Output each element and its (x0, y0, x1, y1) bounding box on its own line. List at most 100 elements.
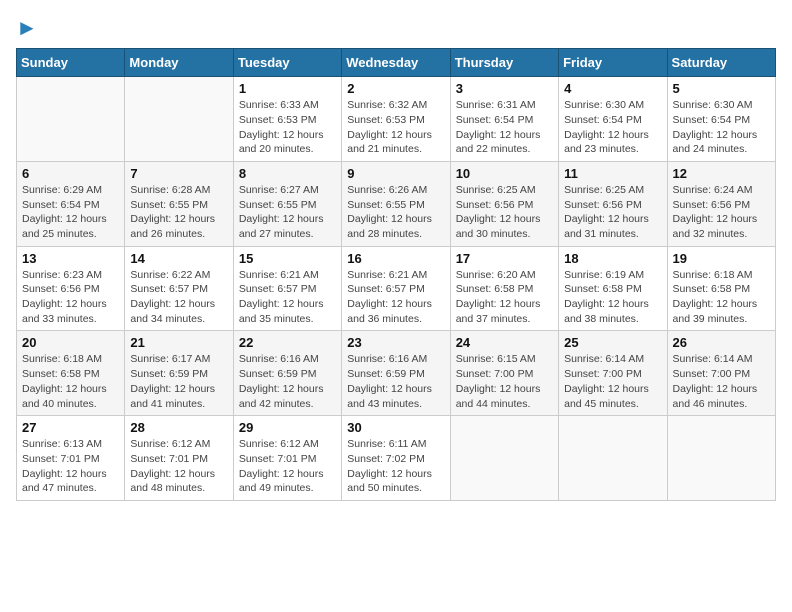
calendar-day-cell: 28Sunrise: 6:12 AM Sunset: 7:01 PM Dayli… (125, 416, 233, 501)
day-number: 17 (456, 251, 553, 266)
day-info: Sunrise: 6:25 AM Sunset: 6:56 PM Dayligh… (564, 183, 661, 242)
calendar-day-cell: 1 Sunrise: 6:33 AM Sunset: 6:53 PM Daylig… (233, 77, 341, 162)
day-number: 18 (564, 251, 661, 266)
calendar-week-row: 6Sunrise: 6:29 AM Sunset: 6:54 PM Daylig… (17, 161, 776, 246)
page-header: ► (16, 16, 776, 40)
calendar-day-cell: 3 Sunrise: 6:31 AM Sunset: 6:54 PM Daylig… (450, 77, 558, 162)
calendar-day-cell: 10Sunrise: 6:25 AM Sunset: 6:56 PM Dayli… (450, 161, 558, 246)
day-number: 23 (347, 335, 444, 350)
day-number: 30 (347, 420, 444, 435)
calendar-week-row: 20 Sunrise: 6:18 AM Sunset: 6:58 PM Dayli… (17, 331, 776, 416)
calendar-day-cell: 15Sunrise: 6:21 AM Sunset: 6:57 PM Dayli… (233, 246, 341, 331)
day-number: 24 (456, 335, 553, 350)
weekday-header: Monday (125, 49, 233, 77)
calendar-day-cell: 18 Sunrise: 6:19 AM Sunset: 6:58 PM Dayli… (559, 246, 667, 331)
day-info: Sunrise: 6:22 AM Sunset: 6:57 PM Dayligh… (130, 268, 227, 327)
day-info: Sunrise: 6:29 AM Sunset: 6:54 PM Dayligh… (22, 183, 119, 242)
calendar-day-cell: 21 Sunrise: 6:17 AM Sunset: 6:59 PM Dayli… (125, 331, 233, 416)
calendar-day-cell: 17 Sunrise: 6:20 AM Sunset: 6:58 PM Dayli… (450, 246, 558, 331)
day-number: 1 (239, 81, 336, 96)
day-number: 12 (673, 166, 770, 181)
calendar-day-cell (125, 77, 233, 162)
day-info: Sunrise: 6:27 AM Sunset: 6:55 PM Dayligh… (239, 183, 336, 242)
day-info: Sunrise: 6:19 AM Sunset: 6:58 PM Dayligh… (564, 268, 661, 327)
calendar-day-cell: 6Sunrise: 6:29 AM Sunset: 6:54 PM Daylig… (17, 161, 125, 246)
calendar-header-row: SundayMondayTuesdayWednesdayThursdayFrid… (17, 49, 776, 77)
day-number: 4 (564, 81, 661, 96)
calendar-day-cell: 26 Sunrise: 6:14 AM Sunset: 7:00 PM Dayli… (667, 331, 775, 416)
day-info: Sunrise: 6:11 AM Sunset: 7:02 PM Dayligh… (347, 437, 444, 496)
calendar-day-cell: 12 Sunrise: 6:24 AM Sunset: 6:56 PM Dayli… (667, 161, 775, 246)
logo: ► (16, 16, 38, 40)
day-info: Sunrise: 6:33 AM Sunset: 6:53 PM Dayligh… (239, 98, 336, 157)
day-number: 2 (347, 81, 444, 96)
day-info: Sunrise: 6:24 AM Sunset: 6:56 PM Dayligh… (673, 183, 770, 242)
calendar-day-cell (667, 416, 775, 501)
calendar-day-cell: 24 Sunrise: 6:15 AM Sunset: 7:00 PM Dayli… (450, 331, 558, 416)
day-info: Sunrise: 6:26 AM Sunset: 6:55 PM Dayligh… (347, 183, 444, 242)
weekday-header: Sunday (17, 49, 125, 77)
day-info: Sunrise: 6:30 AM Sunset: 6:54 PM Dayligh… (673, 98, 770, 157)
calendar-day-cell: 22 Sunrise: 6:16 AM Sunset: 6:59 PM Dayli… (233, 331, 341, 416)
day-info: Sunrise: 6:32 AM Sunset: 6:53 PM Dayligh… (347, 98, 444, 157)
day-number: 27 (22, 420, 119, 435)
day-info: Sunrise: 6:30 AM Sunset: 6:54 PM Dayligh… (564, 98, 661, 157)
calendar-day-cell: 23 Sunrise: 6:16 AM Sunset: 6:59 PM Dayli… (342, 331, 450, 416)
day-info: Sunrise: 6:23 AM Sunset: 6:56 PM Dayligh… (22, 268, 119, 327)
day-number: 28 (130, 420, 227, 435)
calendar-day-cell: 11Sunrise: 6:25 AM Sunset: 6:56 PM Dayli… (559, 161, 667, 246)
calendar-day-cell (559, 416, 667, 501)
day-number: 22 (239, 335, 336, 350)
day-info: Sunrise: 6:16 AM Sunset: 6:59 PM Dayligh… (239, 352, 336, 411)
calendar-day-cell: 29Sunrise: 6:12 AM Sunset: 7:01 PM Dayli… (233, 416, 341, 501)
day-number: 5 (673, 81, 770, 96)
calendar-day-cell: 4 Sunrise: 6:30 AM Sunset: 6:54 PM Daylig… (559, 77, 667, 162)
day-info: Sunrise: 6:16 AM Sunset: 6:59 PM Dayligh… (347, 352, 444, 411)
weekday-header: Tuesday (233, 49, 341, 77)
calendar-week-row: 1 Sunrise: 6:33 AM Sunset: 6:53 PM Daylig… (17, 77, 776, 162)
calendar-week-row: 27 Sunrise: 6:13 AM Sunset: 7:01 PM Dayli… (17, 416, 776, 501)
day-number: 9 (347, 166, 444, 181)
calendar-day-cell: 27 Sunrise: 6:13 AM Sunset: 7:01 PM Dayli… (17, 416, 125, 501)
day-info: Sunrise: 6:21 AM Sunset: 6:57 PM Dayligh… (347, 268, 444, 327)
day-number: 8 (239, 166, 336, 181)
day-number: 3 (456, 81, 553, 96)
day-number: 26 (673, 335, 770, 350)
weekday-header: Saturday (667, 49, 775, 77)
day-number: 21 (130, 335, 227, 350)
weekday-header: Friday (559, 49, 667, 77)
day-number: 20 (22, 335, 119, 350)
day-info: Sunrise: 6:28 AM Sunset: 6:55 PM Dayligh… (130, 183, 227, 242)
calendar-day-cell: 5 Sunrise: 6:30 AM Sunset: 6:54 PM Daylig… (667, 77, 775, 162)
calendar-day-cell: 30 Sunrise: 6:11 AM Sunset: 7:02 PM Dayli… (342, 416, 450, 501)
day-info: Sunrise: 6:18 AM Sunset: 6:58 PM Dayligh… (673, 268, 770, 327)
weekday-header: Thursday (450, 49, 558, 77)
logo-text: ► (16, 16, 38, 40)
day-info: Sunrise: 6:21 AM Sunset: 6:57 PM Dayligh… (239, 268, 336, 327)
calendar-day-cell: 8 Sunrise: 6:27 AM Sunset: 6:55 PM Daylig… (233, 161, 341, 246)
calendar-day-cell: 7 Sunrise: 6:28 AM Sunset: 6:55 PM Daylig… (125, 161, 233, 246)
day-number: 16 (347, 251, 444, 266)
calendar-day-cell: 14 Sunrise: 6:22 AM Sunset: 6:57 PM Dayli… (125, 246, 233, 331)
calendar-day-cell: 13 Sunrise: 6:23 AM Sunset: 6:56 PM Dayli… (17, 246, 125, 331)
day-number: 10 (456, 166, 553, 181)
day-number: 14 (130, 251, 227, 266)
day-info: Sunrise: 6:17 AM Sunset: 6:59 PM Dayligh… (130, 352, 227, 411)
calendar-day-cell: 25Sunrise: 6:14 AM Sunset: 7:00 PM Dayli… (559, 331, 667, 416)
day-info: Sunrise: 6:14 AM Sunset: 7:00 PM Dayligh… (673, 352, 770, 411)
calendar-day-cell: 16 Sunrise: 6:21 AM Sunset: 6:57 PM Dayli… (342, 246, 450, 331)
day-info: Sunrise: 6:31 AM Sunset: 6:54 PM Dayligh… (456, 98, 553, 157)
weekday-header: Wednesday (342, 49, 450, 77)
day-number: 13 (22, 251, 119, 266)
day-info: Sunrise: 6:18 AM Sunset: 6:58 PM Dayligh… (22, 352, 119, 411)
day-number: 7 (130, 166, 227, 181)
day-info: Sunrise: 6:13 AM Sunset: 7:01 PM Dayligh… (22, 437, 119, 496)
day-number: 19 (673, 251, 770, 266)
calendar-week-row: 13 Sunrise: 6:23 AM Sunset: 6:56 PM Dayli… (17, 246, 776, 331)
calendar-day-cell: 2 Sunrise: 6:32 AM Sunset: 6:53 PM Daylig… (342, 77, 450, 162)
day-info: Sunrise: 6:15 AM Sunset: 7:00 PM Dayligh… (456, 352, 553, 411)
day-info: Sunrise: 6:20 AM Sunset: 6:58 PM Dayligh… (456, 268, 553, 327)
day-number: 29 (239, 420, 336, 435)
day-number: 25 (564, 335, 661, 350)
calendar-day-cell: 20 Sunrise: 6:18 AM Sunset: 6:58 PM Dayli… (17, 331, 125, 416)
